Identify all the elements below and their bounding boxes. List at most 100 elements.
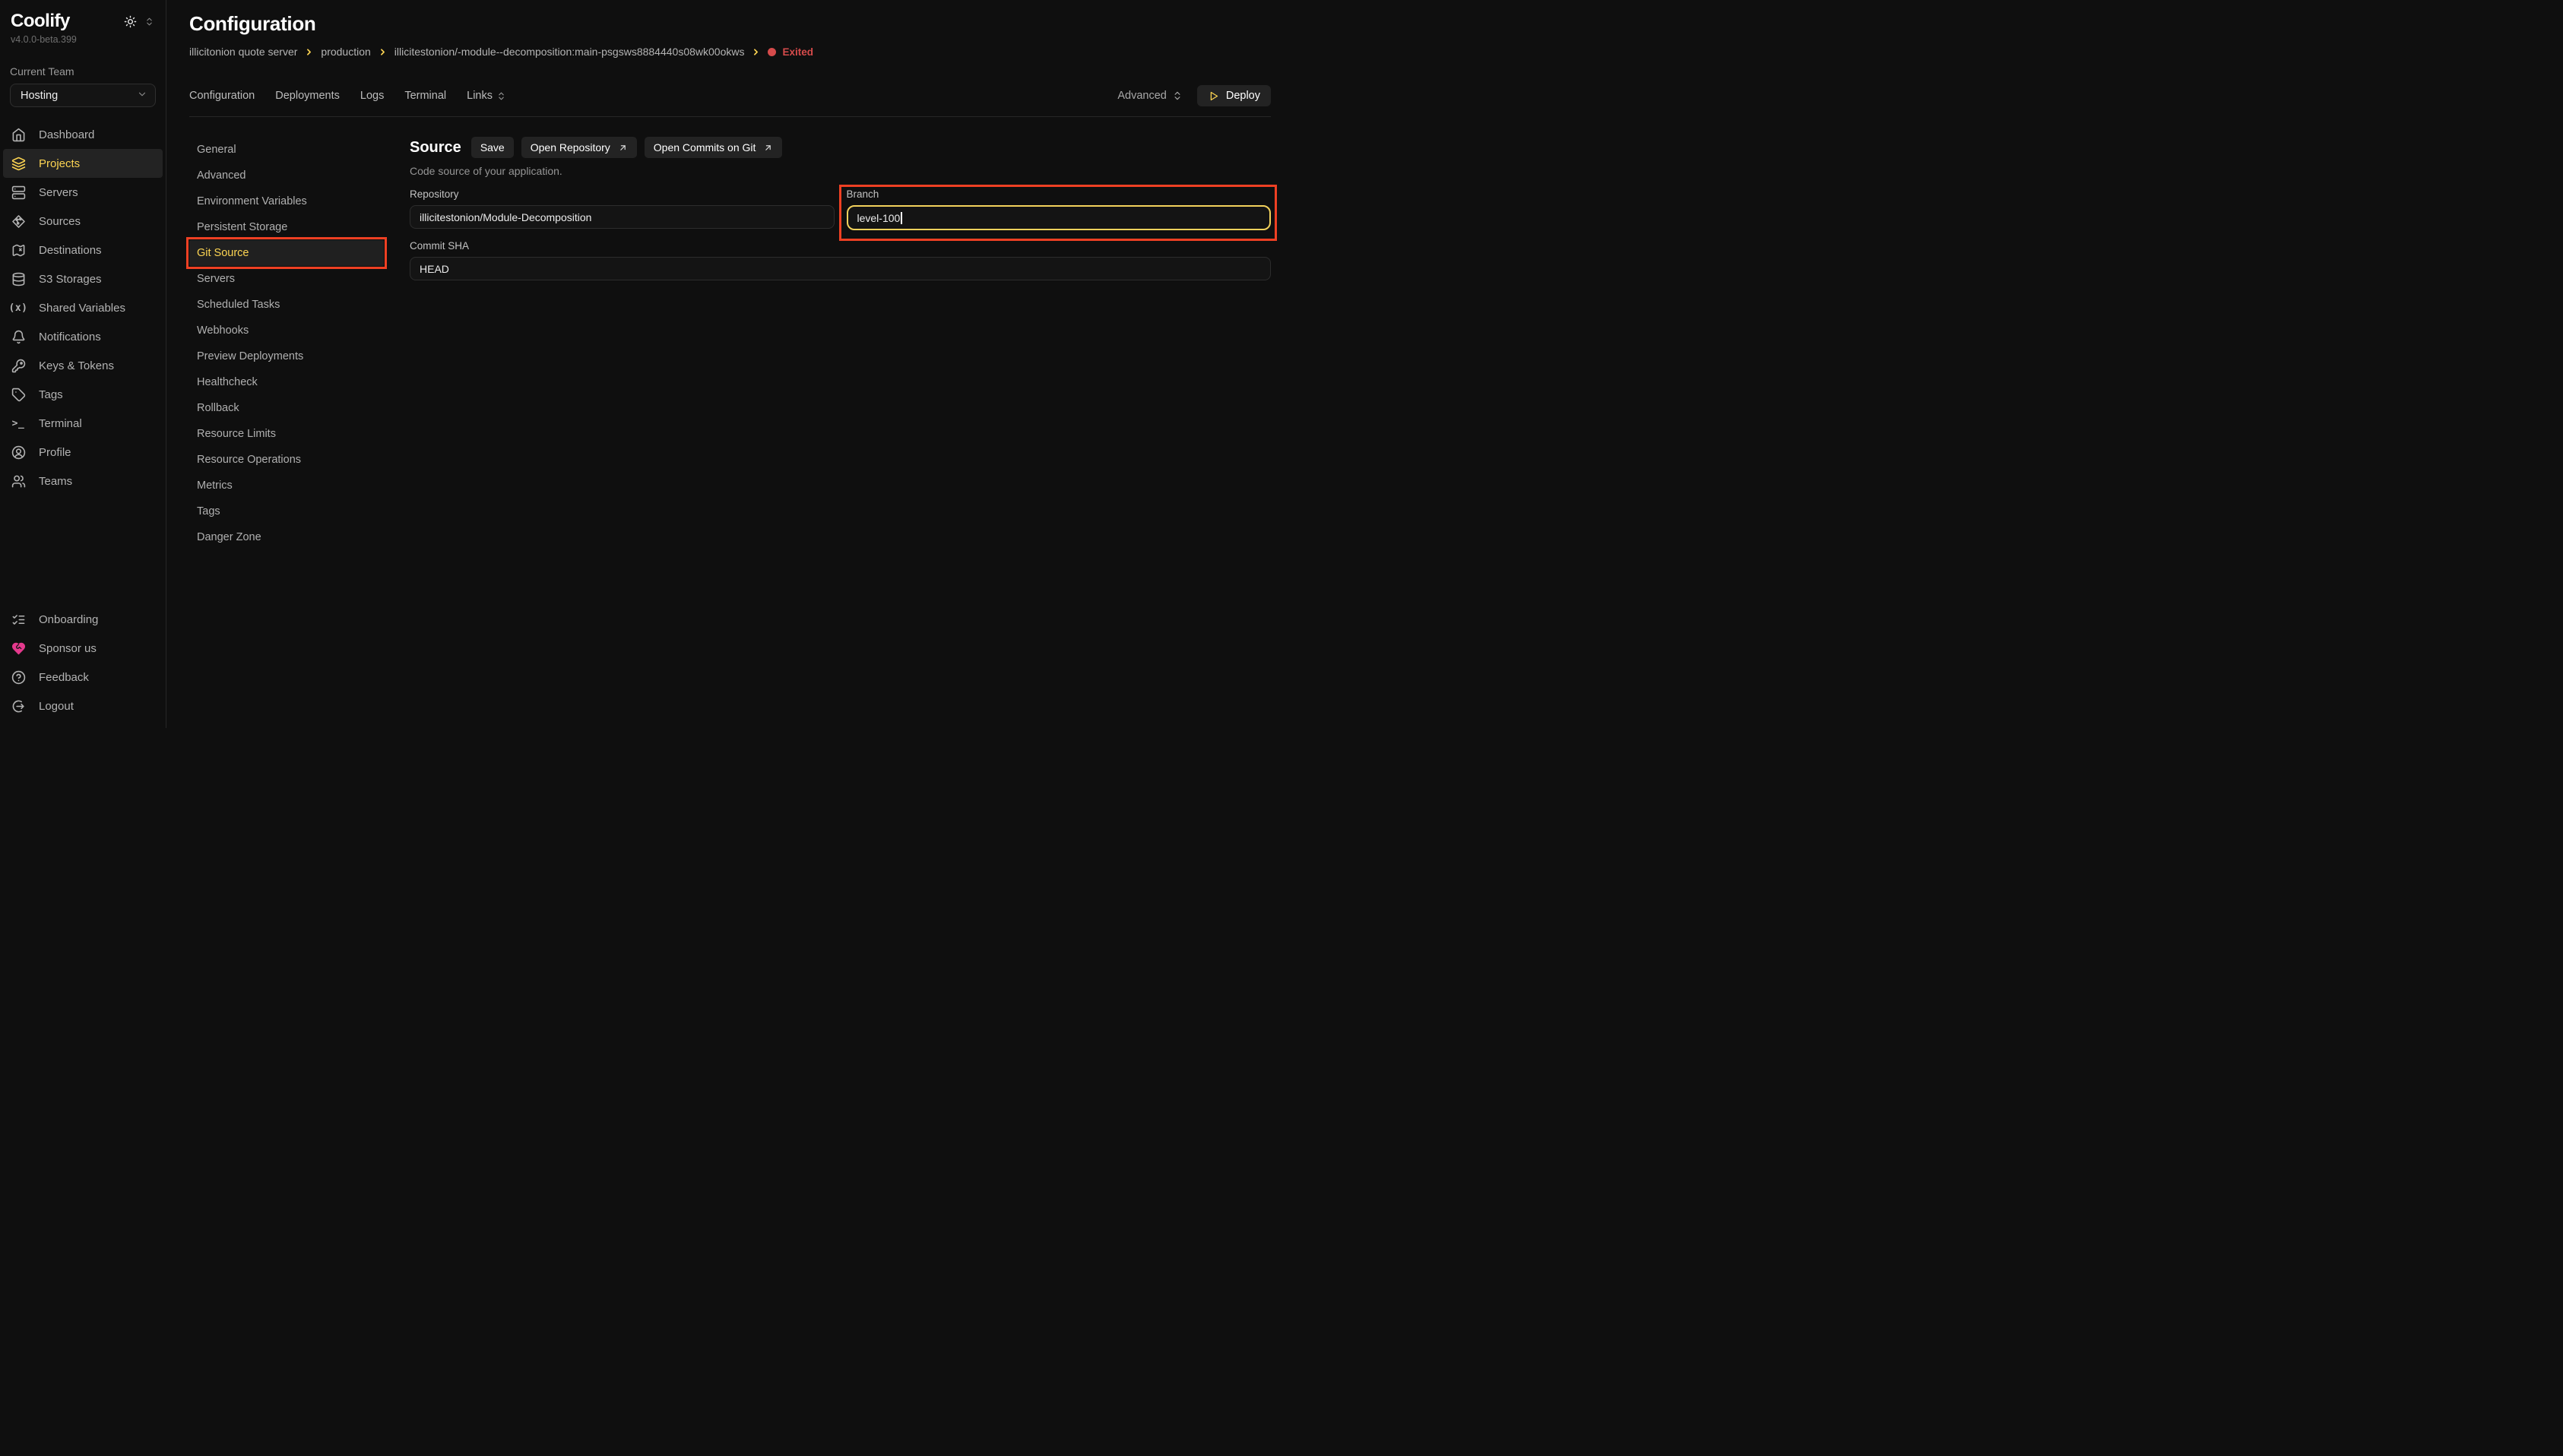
chevrons-up-down-icon[interactable]: [144, 17, 154, 30]
subnav-item-metrics[interactable]: Metrics: [189, 473, 410, 499]
sidebar-item-label: Profile: [39, 446, 71, 459]
subnav-item-general[interactable]: General: [189, 137, 410, 163]
list-checks-icon: [11, 612, 26, 627]
tabs-list: Configuration Deployments Logs Terminal Link…: [189, 90, 506, 102]
sidebar-item-label: Teams: [39, 475, 72, 488]
sidebar-item-keys-tokens[interactable]: Keys & Tokens: [0, 351, 166, 380]
subnav-item-preview-deployments[interactable]: Preview Deployments: [189, 343, 410, 369]
tab-label: Terminal: [404, 90, 446, 102]
configuration-content: GeneralAdvancedEnvironment VariablesPers…: [189, 137, 1271, 728]
sidebar-item-label: Destinations: [39, 244, 102, 257]
tab-links[interactable]: Links: [467, 90, 506, 102]
commit-sha-label: Commit SHA: [410, 240, 1271, 252]
status-dot-icon: [768, 48, 776, 56]
sidebar-item-feedback[interactable]: Feedback: [0, 663, 166, 692]
source-section: Source Save Open Repository Open Commits…: [410, 137, 1271, 728]
git-source-icon: [11, 214, 26, 229]
arrow-up-right-icon: [618, 143, 628, 153]
sidebar-item-sponsor-us[interactable]: Sponsor us: [0, 634, 166, 663]
database-icon: [11, 272, 26, 286]
key-icon: [11, 359, 26, 373]
tabs-divider: [189, 116, 1271, 117]
sidebar-nav: Dashboard Projects Servers Sources Destinati…: [0, 120, 166, 495]
sidebar-item-terminal[interactable]: >_Terminal: [0, 409, 166, 438]
sidebar-item-label: S3 Storages: [39, 273, 102, 286]
tab-deployments[interactable]: Deployments: [275, 90, 340, 102]
tab-configuration[interactable]: Configuration: [189, 90, 255, 102]
open-repository-button[interactable]: Open Repository: [521, 137, 637, 158]
branch-input[interactable]: level-100: [847, 205, 1272, 230]
branch-field: Branch level-100: [847, 188, 1272, 230]
subnav-item-advanced[interactable]: Advanced: [189, 163, 410, 188]
status-badge: Exited: [768, 46, 813, 58]
subnav-item-servers[interactable]: Servers: [189, 266, 410, 292]
open-commits-button[interactable]: Open Commits on Git: [645, 137, 783, 158]
commit-sha-input[interactable]: [410, 257, 1271, 280]
text-cursor: [901, 212, 902, 224]
heart-handshake-icon: [11, 641, 26, 656]
subnav-item-environment-variables[interactable]: Environment Variables: [189, 188, 410, 214]
subnav-item-resource-operations[interactable]: Resource Operations: [189, 447, 410, 473]
advanced-dropdown[interactable]: Advanced: [1117, 90, 1183, 102]
sidebar-item-dashboard[interactable]: Dashboard: [0, 120, 166, 149]
sidebar-item-teams[interactable]: Teams: [0, 467, 166, 495]
sidebar-item-onboarding[interactable]: Onboarding: [0, 605, 166, 634]
layers-icon: [11, 157, 26, 171]
sidebar-item-sources[interactable]: Sources: [0, 207, 166, 236]
commit-sha-field: Commit SHA: [410, 240, 1271, 280]
status-label: Exited: [782, 46, 813, 58]
source-fields: Repository Branch level-100 Commit SHA: [410, 188, 1271, 280]
deploy-button[interactable]: Deploy: [1197, 85, 1271, 106]
theme-sun-icon[interactable]: [124, 15, 137, 32]
coolify-app: Coolify v4.0.0-beta.399 Current Team Hos…: [0, 0, 1282, 728]
sidebar-item-tags[interactable]: Tags: [0, 380, 166, 409]
tab-terminal[interactable]: Terminal: [404, 90, 446, 102]
breadcrumb-item[interactable]: production: [321, 46, 370, 58]
subnav-item-webhooks[interactable]: Webhooks: [189, 318, 410, 343]
save-button[interactable]: Save: [471, 137, 514, 158]
current-team-label: Current Team: [0, 65, 166, 78]
sidebar-item-label: Feedback: [39, 671, 89, 684]
chevron-down-icon: [137, 89, 147, 103]
sidebar-item-label: Sponsor us: [39, 642, 97, 655]
source-title: Source: [410, 139, 461, 157]
users-icon: [11, 474, 26, 489]
team-select[interactable]: Hosting: [10, 84, 156, 107]
sidebar-item-s3-storages[interactable]: S3 Storages: [0, 264, 166, 293]
sidebar-item-label: Sources: [39, 215, 81, 228]
sidebar-item-destinations[interactable]: Destinations: [0, 236, 166, 264]
subnav-item-persistent-storage[interactable]: Persistent Storage: [189, 214, 410, 240]
brand-icons: [124, 15, 154, 32]
repository-input[interactable]: [410, 205, 835, 229]
subnav-item-git-source[interactable]: Git Source: [189, 240, 384, 266]
bell-icon: [11, 330, 26, 344]
brand-row: Coolify: [0, 11, 166, 32]
chevrons-up-down-icon: [1172, 90, 1183, 101]
tab-logs[interactable]: Logs: [360, 90, 384, 102]
subnav-item-scheduled-tasks[interactable]: Scheduled Tasks: [189, 292, 410, 318]
sidebar-item-notifications[interactable]: Notifications: [0, 322, 166, 351]
sidebar-item-projects[interactable]: Projects: [3, 149, 163, 178]
tabs-row: Configuration Deployments Logs Terminal Link…: [189, 85, 1271, 106]
breadcrumb-item[interactable]: illicitestonion/-module--decomposition:m…: [394, 46, 745, 58]
sidebar-item-logout[interactable]: Logout: [0, 692, 166, 720]
sidebar-item-label: Notifications: [39, 331, 101, 343]
subnav-item-rollback[interactable]: Rollback: [189, 395, 410, 421]
user-circle-icon: [11, 445, 26, 460]
sidebar-item-shared-variables[interactable]: (x)Shared Variables: [0, 293, 166, 322]
subnav-item-healthcheck[interactable]: Healthcheck: [189, 369, 410, 395]
sidebar-item-profile[interactable]: Profile: [0, 438, 166, 467]
sidebar-item-label: Logout: [39, 700, 74, 713]
team-select-value: Hosting: [21, 90, 58, 102]
branch-label: Branch: [847, 188, 1272, 200]
sidebar-item-label: Dashboard: [39, 128, 94, 141]
subnav-item-resource-limits[interactable]: Resource Limits: [189, 421, 410, 447]
home-icon: [11, 128, 26, 142]
repository-label: Repository: [410, 188, 835, 200]
subnav-item-tags[interactable]: Tags: [189, 499, 410, 524]
sidebar-item-label: Projects: [39, 157, 80, 170]
logout-icon: [11, 699, 26, 714]
breadcrumb-item[interactable]: illicitonion quote server: [189, 46, 297, 58]
sidebar-item-servers[interactable]: Servers: [0, 178, 166, 207]
subnav-item-danger-zone[interactable]: Danger Zone: [189, 524, 410, 550]
